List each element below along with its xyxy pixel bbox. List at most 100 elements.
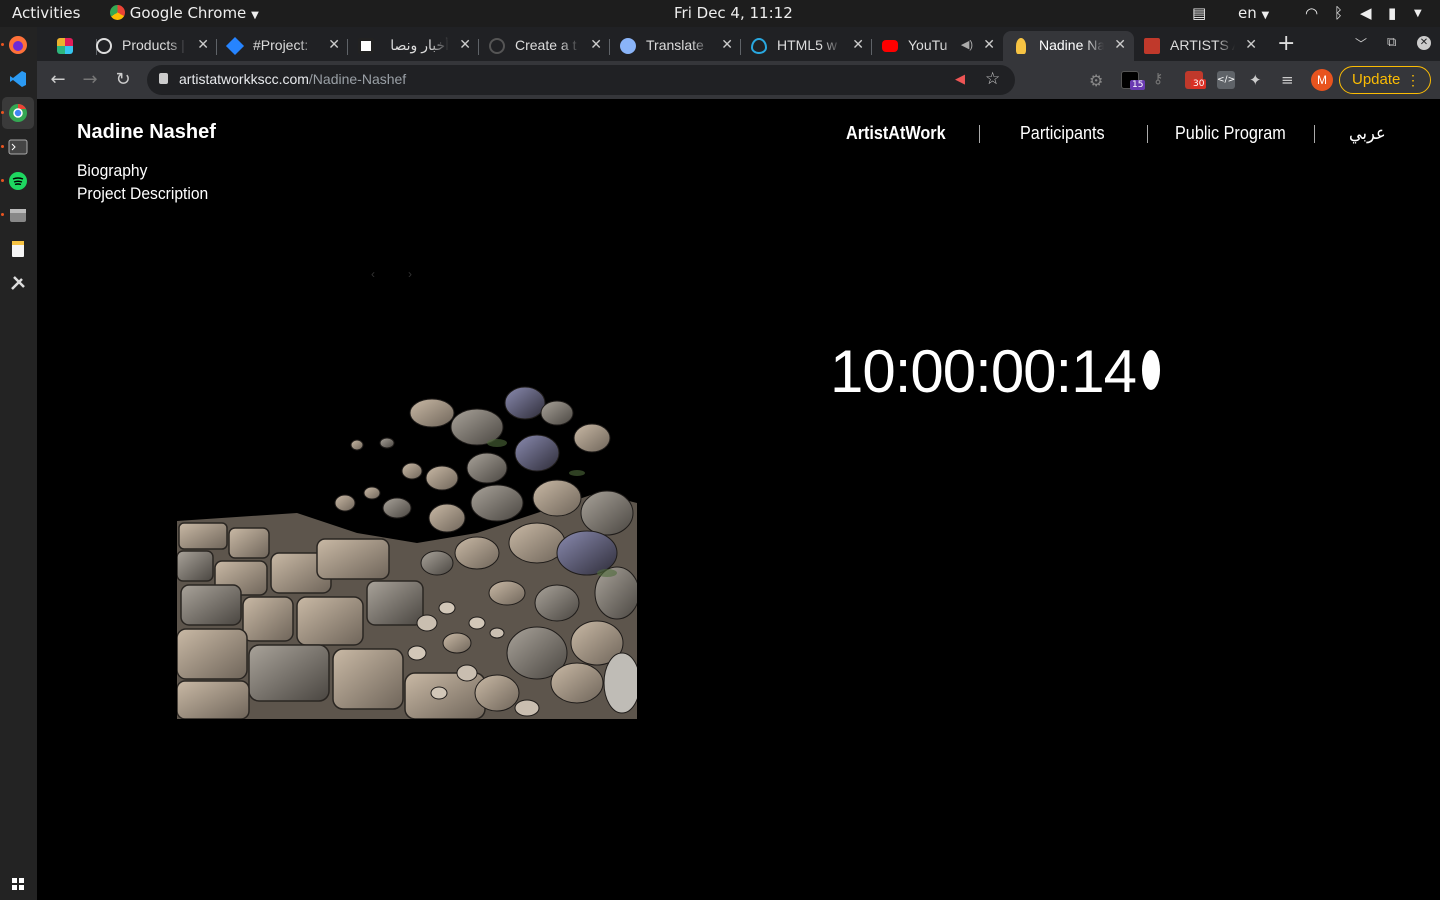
address-bar[interactable]: artistatworkkscc.com/Nadine-Nashef ◀ ☆ [147, 65, 1015, 95]
activities-button[interactable]: Activities [12, 4, 80, 22]
tab-label: Nadine Na [1039, 37, 1104, 53]
nav-artistatwork[interactable]: ArtistAtWork [846, 123, 946, 144]
language-label: en [1238, 4, 1257, 22]
browser-toolbar: ← → ↻ artistatworkkscc.com/Nadine-Nashef… [37, 61, 1440, 99]
extension-badge: 15 [1130, 80, 1146, 90]
nav-divider [1147, 125, 1148, 143]
show-apps-icon[interactable] [6, 872, 30, 896]
bookmark-star-icon[interactable]: ☆ [985, 69, 1000, 89]
wifi-icon[interactable]: ◠ [1305, 4, 1318, 22]
close-window-icon[interactable]: ✕ [1417, 36, 1431, 50]
chevron-down-icon: ▼ [251, 10, 259, 21]
close-icon[interactable]: ✕ [459, 36, 471, 53]
gmail-badge: 30 [1191, 79, 1207, 89]
restore-window-icon[interactable]: ⧉ [1387, 35, 1396, 50]
tab-youtube[interactable]: YouTu ◀) ✕ [872, 31, 1003, 61]
kebab-menu-icon[interactable]: ⋮ [1406, 67, 1420, 93]
tab-translate[interactable]: Translate ✕ [610, 31, 741, 61]
tab-products[interactable]: Products | ✕ [86, 31, 217, 61]
tab-label: ARTISTS A [1170, 37, 1235, 53]
bluetooth-icon[interactable]: ᛒ [1334, 4, 1343, 22]
code-extension-icon[interactable]: </> [1217, 71, 1235, 89]
close-icon[interactable]: ✕ [721, 36, 733, 53]
close-icon[interactable]: ✕ [328, 36, 340, 53]
tools-icon[interactable] [6, 271, 30, 295]
artist-name[interactable]: Nadine Nashef [77, 121, 216, 144]
lock-icon[interactable] [159, 73, 168, 84]
nav-divider [979, 125, 980, 143]
nav-participants[interactable]: Participants [1020, 123, 1105, 144]
running-indicator [1, 111, 4, 114]
slider-prev-arrow-icon[interactable]: ‹ [371, 267, 375, 281]
tab-label: أخبار ونصا [390, 37, 449, 53]
profile-avatar[interactable]: M [1311, 69, 1333, 91]
gmail-extension-icon[interactable]: 30 [1185, 71, 1207, 89]
clipboard-icon[interactable]: ▤ [1192, 4, 1206, 22]
tab-search-chevron-icon[interactable]: ﹀ [1355, 35, 1367, 52]
running-indicator [1, 145, 4, 148]
slack-icon [57, 38, 73, 54]
tab-label: Products | [122, 37, 185, 53]
volume-icon[interactable]: ◀ [1360, 4, 1372, 22]
nav-divider [1314, 125, 1315, 143]
jira-icon [225, 36, 245, 56]
firefox-icon[interactable] [6, 33, 30, 57]
running-indicator [1, 213, 4, 216]
update-button[interactable]: Update ⋮ [1339, 66, 1431, 94]
terminal-icon[interactable] [6, 135, 30, 159]
battery-icon[interactable]: ▮ [1388, 4, 1396, 22]
dock [0, 27, 37, 900]
close-icon[interactable]: ✕ [1114, 36, 1126, 53]
globe-icon [96, 38, 112, 54]
files-icon[interactable] [6, 203, 30, 227]
media-muted-icon[interactable]: ◀ [955, 72, 965, 87]
chrome-icon [110, 5, 125, 20]
back-arrow-icon[interactable]: ← [47, 69, 69, 91]
close-icon[interactable]: ✕ [983, 36, 995, 53]
system-top-bar: Activities Google Chrome ▼ Fri Dec 4, 11… [0, 0, 1440, 27]
extensions-puzzle-icon[interactable]: ✦ [1249, 71, 1267, 89]
biography-link[interactable]: Biography [77, 161, 147, 181]
url-text[interactable]: artistatworkkscc.com/Nadine-Nashef [179, 71, 406, 87]
spotify-icon[interactable] [6, 169, 30, 193]
close-icon[interactable]: ✕ [1245, 36, 1257, 53]
close-icon[interactable]: ✕ [852, 36, 864, 53]
nav-public-program[interactable]: Public Program [1175, 123, 1286, 144]
clock[interactable]: Fri Dec 4, 11:12 [674, 4, 793, 22]
url-path: /Nadine-Nashef [308, 71, 407, 87]
artists-icon [1144, 38, 1160, 54]
tab-news[interactable]: أخبار ونصا ✕ [348, 31, 479, 61]
media-controls-icon[interactable]: ≡ [1281, 71, 1299, 89]
chrome-dock-icon[interactable] [2, 97, 34, 129]
extension-dark-icon[interactable]: 15 [1121, 71, 1146, 90]
project-description-link[interactable]: Project Description [77, 184, 208, 204]
youtube-icon [882, 40, 898, 52]
running-indicator [1, 43, 4, 46]
nav-arabic[interactable]: عربي [1349, 123, 1386, 144]
forward-arrow-icon[interactable]: → [79, 69, 101, 91]
vscode-icon[interactable] [6, 67, 30, 91]
tab-artists[interactable]: ARTISTS A ✕ [1134, 31, 1265, 61]
tab-github[interactable]: Create a t ✕ [479, 31, 610, 61]
tab-nadine-nashef[interactable]: Nadine Na ✕ [1003, 31, 1134, 61]
bell-icon [1016, 38, 1026, 54]
slider-next-arrow-icon[interactable]: › [408, 267, 412, 281]
extension-gear-icon[interactable]: ⚙ [1089, 71, 1107, 90]
tab-html5[interactable]: HTML5 w ✕ [741, 31, 872, 61]
tab-label: HTML5 w [777, 37, 837, 53]
rock-pile-artwork-image[interactable] [177, 383, 637, 719]
tab-project[interactable]: #Project: ✕ [217, 31, 348, 61]
reload-icon[interactable]: ↻ [112, 69, 134, 91]
notes-icon[interactable] [6, 237, 30, 261]
close-icon[interactable]: ✕ [590, 36, 602, 53]
record-indicator-icon [1142, 350, 1160, 390]
app-menu[interactable]: Google Chrome ▼ [110, 4, 259, 22]
close-icon[interactable]: ✕ [197, 36, 209, 53]
system-menu-chevron-icon[interactable]: ▼ [1414, 8, 1422, 19]
new-tab-plus-icon[interactable]: + [1277, 31, 1295, 56]
language-indicator[interactable]: en ▼ [1238, 4, 1269, 22]
translate-icon [620, 38, 636, 54]
extension-key-icon[interactable]: ⚷ [1153, 71, 1171, 89]
news-icon [358, 38, 374, 54]
audio-playing-icon[interactable]: ◀) [961, 38, 973, 51]
